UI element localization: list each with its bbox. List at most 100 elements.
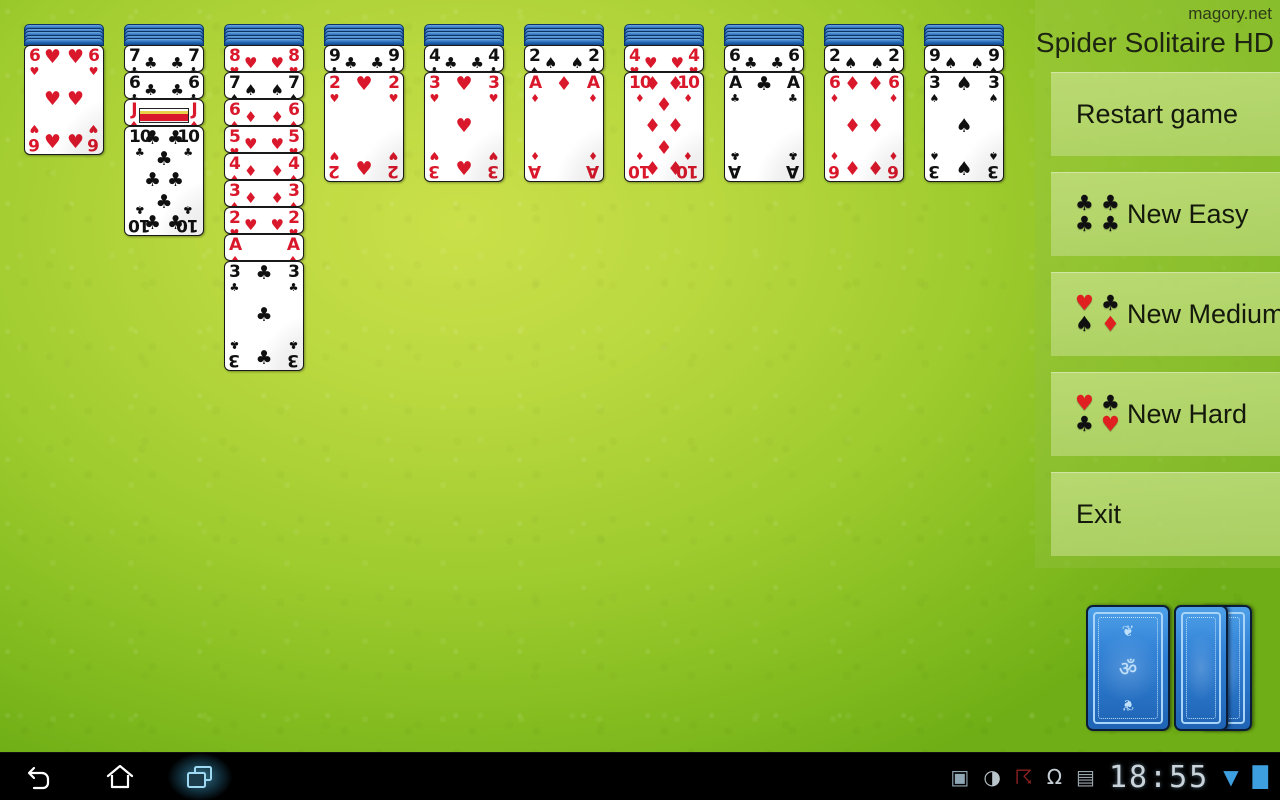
playing-card[interactable]: 6 ♦ 6 ♦ ♦ ♦ ♦ ♦ ♦ ♦ 6 ♦ 6 ♦ xyxy=(824,71,904,182)
card-pip: ♣ xyxy=(170,80,184,99)
card-rank: 4 xyxy=(429,45,441,66)
card-corner-tl: 4 ♥ xyxy=(629,47,641,71)
playing-card[interactable]: 3 ♥ 3 ♥ ♥ ♥ ♥ 3 ♥ 3 ♥ xyxy=(424,71,504,182)
menu-item-new-easy[interactable]: ♣ ♣ ♣ ♣ New Easy xyxy=(1051,172,1280,256)
tableau-column[interactable]: 2 ♠ 2 ♠ ♠ ♠ A ♦ A ♦ ♦ A ♦ A ♦ xyxy=(524,24,604,182)
recent-apps-icon[interactable] xyxy=(160,753,240,800)
card-corner-tl: 4 ♣ xyxy=(429,45,441,72)
playing-card[interactable]: 4 ♦ 4 ♦ ♦ ♦ xyxy=(224,152,304,180)
card-rank: 6 xyxy=(829,160,840,181)
playing-card[interactable]: 9 ♠ 9 ♠ ♠ ♠ xyxy=(924,44,1004,72)
tableau-column[interactable]: 9 ♣ 9 ♣ ♣ ♣ 2 ♥ 2 ♥ ♥ ♥ 2 ♥ 2 ♥ xyxy=(324,24,404,182)
card-suit: ♣ xyxy=(788,64,799,72)
tableau-column[interactable]: 2 ♠ 2 ♠ ♠ ♠ 6 ♦ 6 ♦ ♦ ♦ ♦ ♦ ♦ ♦ 6 ♦ 6 ♦ xyxy=(824,24,904,182)
card-rank: 2 xyxy=(529,45,541,66)
card-pip: ♦ xyxy=(844,115,862,138)
card-pip: ♦ xyxy=(666,72,684,95)
stock-card-back[interactable]: ❦ ॐ ❦ xyxy=(1086,605,1170,731)
card-corner-tl: 2 ♥ xyxy=(329,74,341,104)
card-suit: ♣ xyxy=(229,337,240,351)
pig-face-icon[interactable]: ◑ xyxy=(983,767,1000,787)
menu-item-new-medium[interactable]: ♥ ♣ ♠ ♦ New Medium xyxy=(1051,272,1280,356)
card-corner-tr: 2 ♥ xyxy=(288,209,300,233)
card-corner-tr: 6 ♥ xyxy=(88,47,100,77)
card-corner-br: 10 ♦ xyxy=(677,149,699,181)
card-suit: ♦ xyxy=(888,148,899,162)
screenshot-icon[interactable]: ▣ xyxy=(950,767,969,787)
card-pip: ♦ xyxy=(844,158,862,181)
playing-card[interactable]: 3 ♠ 3 ♠ ♠ ♠ ♠ 3 ♠ 3 ♠ xyxy=(924,71,1004,182)
playing-card[interactable]: 7 ♣ 7 ♣ ♣ ♣ xyxy=(124,44,204,72)
card-suit: ♣ xyxy=(429,64,440,72)
card-suit: ♣ xyxy=(730,91,741,105)
card-pip: ♠ xyxy=(955,115,973,138)
home-icon[interactable] xyxy=(80,753,160,800)
playing-card[interactable]: 2 ♥ 2 ♥ ♥ ♥ xyxy=(224,206,304,234)
tableau-column[interactable]: 7 ♣ 7 ♣ ♣ ♣ 6 ♣ 6 ♣ ♣ ♣ J ♦ J ♦ 10 ♣ 10 ♣ ♣ ♣ ♣ ♣ ♣ ♣ ♣ ♣ 10 ♣ 10 ♣ xyxy=(124,24,204,236)
card-suit: ♦ xyxy=(230,253,241,261)
back-icon[interactable] xyxy=(0,753,80,800)
stock-card-back[interactable] xyxy=(1174,605,1228,731)
card-suit: ♥ xyxy=(229,64,240,72)
card-suit: ♥ xyxy=(429,91,440,105)
suit-pip-icon: ♥ xyxy=(1075,391,1094,415)
card-rank: 7 xyxy=(288,72,300,93)
tableau-column[interactable]: 4 ♥ 4 ♥ ♥ ♥ 10 ♦ 10 ♦ ♦ ♦ ♦ ♦ ♦ ♦ ♦ ♦ 10 ♦ 10 ♦ xyxy=(624,24,704,182)
card-suit: ♦ xyxy=(530,91,541,105)
playing-card[interactable]: 6 ♦ 6 ♦ ♦ ♦ xyxy=(224,98,304,126)
menu-item-new-hard[interactable]: ♥ ♣ ♣ ♥ New Hard xyxy=(1051,372,1280,456)
suit-pip-icon: ♣ xyxy=(1101,391,1120,415)
headphones-icon[interactable]: Ω xyxy=(1047,767,1062,787)
card-corner-tr: 2 ♠ xyxy=(888,47,900,71)
playing-card[interactable]: 2 ♥ 2 ♥ ♥ ♥ 2 ♥ 2 ♥ xyxy=(324,71,404,182)
playing-card[interactable]: 10 ♣ 10 ♣ ♣ ♣ ♣ ♣ ♣ ♣ ♣ ♣ 10 ♣ 10 ♣ xyxy=(124,125,204,236)
card-rank: 8 xyxy=(229,45,241,66)
playing-card[interactable]: 2 ♠ 2 ♠ ♠ ♠ xyxy=(524,44,604,72)
card-suit: ♦ xyxy=(829,91,840,105)
tableau-column[interactable]: 4 ♣ 4 ♣ ♣ ♣ 3 ♥ 3 ♥ ♥ ♥ ♥ 3 ♥ 3 ♥ xyxy=(424,24,504,182)
playing-card[interactable]: 2 ♠ 2 ♠ ♠ ♠ xyxy=(824,44,904,72)
card-corner-tl: 6 ♥ xyxy=(29,47,41,77)
card-suit: ♠ xyxy=(529,64,540,72)
playing-card[interactable]: 10 ♦ 10 ♦ ♦ ♦ ♦ ♦ ♦ ♦ ♦ ♦ 10 ♦ 10 ♦ xyxy=(624,71,704,182)
playing-card[interactable]: 6 ♥ 6 ♥ ♥ ♥ ♥ ♥ ♥ ♥ 6 ♥ 6 ♥ xyxy=(24,44,104,155)
card-corner-tl: 9 ♠ xyxy=(929,47,941,71)
tableau-column[interactable]: 6 ♣ 6 ♣ ♣ ♣ A ♣ A ♣ ♣ A ♣ A ♣ xyxy=(724,24,804,182)
sd-card-icon[interactable]: ▤ xyxy=(1076,767,1095,787)
card-pip: ♦ xyxy=(866,72,884,95)
android-navigation-bar: ▣ ◑ ☈ Ω ▤ 18:55 ▼ █ xyxy=(0,752,1280,800)
card-pip: ♦ xyxy=(270,107,284,126)
tableau-column[interactable]: 8 ♥ 8 ♥ ♥ ♥ 7 ♠ 7 ♠ ♠ ♠ 6 ♦ 6 ♦ ♦ ♦ 5 ♥ 5 ♥ ♥ ♥ 4 ♦ 4 ♦ ♦ ♦ 3 ♦ 3 ♦ ♦ ♦ 2 ♥ 2 ♥… xyxy=(224,24,304,371)
playing-card[interactable]: 6 ♣ 6 ♣ ♣ ♣ xyxy=(124,71,204,99)
playing-card[interactable]: 7 ♠ 7 ♠ ♠ ♠ xyxy=(224,71,304,99)
stock-pile[interactable]: ❦ ॐ ❦ xyxy=(1086,605,1252,731)
facedown-card-stack xyxy=(524,24,604,46)
menu-item-exit[interactable]: Exit xyxy=(1051,472,1280,556)
tableau-column[interactable]: 9 ♠ 9 ♠ ♠ ♠ 3 ♠ 3 ♠ ♠ ♠ ♠ 3 ♠ 3 ♠ xyxy=(924,24,1004,182)
facedown-card-stack xyxy=(24,24,104,46)
tableau-column[interactable]: 6 ♥ 6 ♥ ♥ ♥ ♥ ♥ ♥ ♥ 6 ♥ 6 ♥ xyxy=(24,24,104,155)
playing-card[interactable]: 4 ♥ 4 ♥ ♥ ♥ xyxy=(624,44,704,72)
playing-card[interactable]: 6 ♣ 6 ♣ ♣ ♣ xyxy=(724,44,804,72)
card-pip: ♠ xyxy=(844,53,858,72)
android-icon[interactable]: ☈ xyxy=(1015,767,1033,787)
playing-card[interactable]: 4 ♣ 4 ♣ ♣ ♣ xyxy=(424,44,504,72)
card-rank: A xyxy=(786,72,800,93)
wifi-icon: ▼ xyxy=(1223,765,1239,789)
card-corner-tr: J ♦ xyxy=(189,101,199,125)
playing-card[interactable]: 5 ♥ 5 ♥ ♥ ♥ xyxy=(224,125,304,153)
card-corner-br: 10 ♣ xyxy=(177,203,199,235)
card-rank: 3 xyxy=(229,180,241,201)
playing-card[interactable]: 9 ♣ 9 ♣ ♣ ♣ xyxy=(324,44,404,72)
playing-card[interactable]: 8 ♥ 8 ♥ ♥ ♥ xyxy=(224,44,304,72)
card-suit: ♦ xyxy=(530,148,541,162)
playing-card[interactable]: 3 ♦ 3 ♦ ♦ ♦ xyxy=(224,179,304,207)
playing-card[interactable]: 3 ♣ 3 ♣ ♣ ♣ ♣ 3 ♣ 3 ♣ xyxy=(224,260,304,371)
playing-card[interactable]: A ♦ A ♦ ♦ A ♦ A ♦ xyxy=(524,71,604,182)
card-rank: A xyxy=(729,72,742,93)
menu-item-restart-game[interactable]: Restart game xyxy=(1051,72,1280,156)
card-pip: ♦ xyxy=(655,136,673,159)
playing-card[interactable]: A ♦ A ♦ xyxy=(224,233,304,261)
playing-card[interactable]: A ♣ A ♣ ♣ A ♣ A ♣ xyxy=(724,71,804,182)
playing-card[interactable]: J ♦ J ♦ xyxy=(124,98,204,126)
